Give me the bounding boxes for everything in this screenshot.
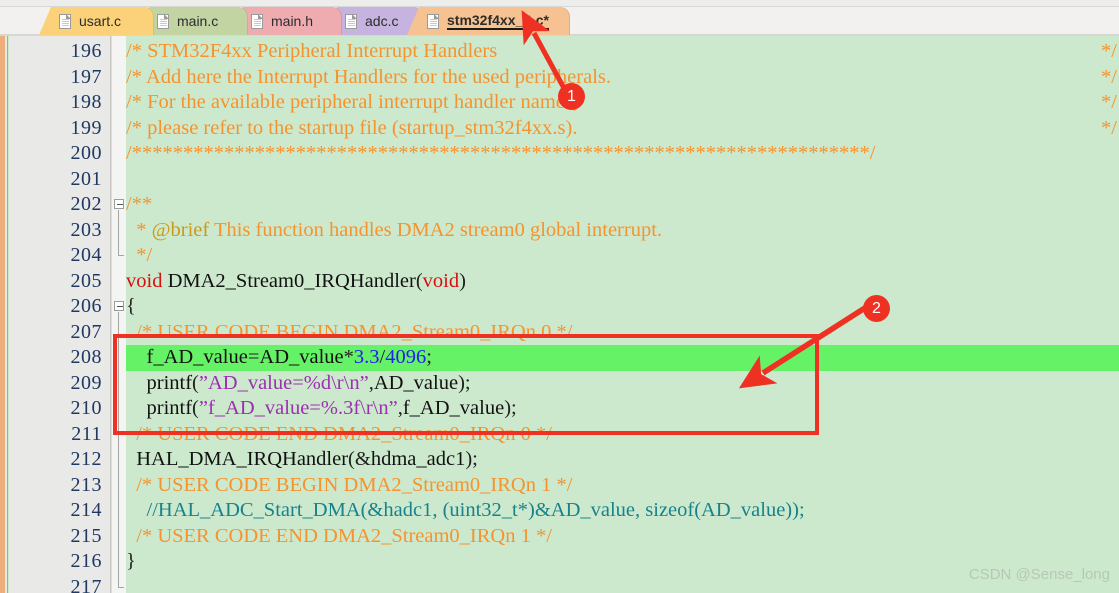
code-line[interactable]: { bbox=[126, 294, 1119, 320]
editor-window: usart.c main.c main.h adc.c stm32f4xx_it.c* … bbox=[0, 0, 1119, 593]
code-line[interactable]: /* Add here the Interrupt Handlers for t… bbox=[126, 65, 1119, 91]
annotation-marker-2: 2 bbox=[863, 295, 890, 322]
line-number: 215 bbox=[70, 524, 102, 547]
line-number: 212 bbox=[70, 448, 102, 470]
document-icon bbox=[251, 13, 263, 29]
tab-label: main.c bbox=[177, 13, 219, 29]
code-line[interactable]: /** bbox=[126, 192, 1119, 218]
annotation-marker-1: 1 bbox=[558, 83, 585, 110]
tab-label: usart.c bbox=[79, 13, 122, 29]
tab-stm32f4xx-it-c[interactable]: stm32f4xx_it.c* bbox=[407, 7, 570, 35]
code-line[interactable]: /* STM32F4xx Peripheral Interrupt Handle… bbox=[126, 39, 1119, 65]
tab-bar: usart.c main.c main.h adc.c stm32f4xx_it.c* bbox=[0, 0, 1119, 36]
line-number: 196 bbox=[70, 40, 102, 62]
document-icon bbox=[345, 13, 357, 29]
tab-label: stm32f4xx_it.c* bbox=[447, 12, 549, 30]
tab-main-h[interactable]: main.h bbox=[231, 7, 342, 35]
line-number: 207 bbox=[70, 320, 102, 343]
code-line[interactable]: /* USER CODE END DMA2_Stream0_IRQn 1 */ bbox=[126, 524, 1119, 550]
code-folding-column[interactable] bbox=[112, 36, 126, 593]
fold-guide-end bbox=[118, 255, 124, 256]
line-number: 199 bbox=[70, 116, 102, 139]
fold-toggle-icon[interactable] bbox=[114, 301, 124, 311]
tab-usart-c[interactable]: usart.c bbox=[39, 7, 154, 35]
code-line[interactable] bbox=[126, 167, 1119, 193]
code-line[interactable]: HAL_DMA_IRQHandler(&hdma_adc1); bbox=[126, 447, 1119, 473]
line-number: 200 bbox=[70, 142, 102, 164]
line-number: 198 bbox=[70, 91, 102, 113]
code-line[interactable]: //HAL_ADC_Start_DMA(&hadc1, (uint32_t*)&… bbox=[126, 498, 1119, 524]
code-line[interactable]: * @brief This function handles DMA2 stre… bbox=[126, 218, 1119, 244]
line-number: 209 bbox=[70, 371, 102, 394]
line-number: 213 bbox=[70, 473, 102, 496]
line-number: 201 bbox=[70, 167, 102, 190]
code-line[interactable]: /***************************************… bbox=[126, 141, 1119, 167]
editor-left-border bbox=[5, 36, 8, 593]
code-editor[interactable]: 196 197 198 199 200 201 202 203 204 205 206 207 208 2… bbox=[0, 36, 1119, 593]
document-icon bbox=[427, 13, 439, 29]
line-number: 214 bbox=[70, 499, 102, 521]
document-icon bbox=[59, 13, 71, 29]
line-number: 202 bbox=[70, 193, 102, 215]
tab-main-c[interactable]: main.c bbox=[137, 7, 248, 35]
line-number: 206 bbox=[70, 295, 102, 317]
line-number: 203 bbox=[70, 218, 102, 241]
fold-guide-line bbox=[118, 210, 119, 255]
code-line[interactable]: /* USER CODE BEGIN DMA2_Stream0_IRQn 1 *… bbox=[126, 473, 1119, 499]
watermark: CSDN @Sense_long bbox=[968, 566, 1110, 583]
fold-guide-end bbox=[118, 586, 124, 588]
annotation-rectangle bbox=[113, 334, 819, 435]
code-line[interactable]: /* For the available peripheral interrup… bbox=[126, 90, 1119, 116]
line-number: 217 bbox=[70, 575, 102, 593]
line-number-gutter: 196 197 198 199 200 201 202 203 204 205 206 207 208 2… bbox=[9, 36, 111, 593]
line-number: 211 bbox=[71, 422, 102, 445]
line-number: 197 bbox=[70, 65, 102, 88]
document-icon bbox=[157, 13, 169, 29]
fold-toggle-icon[interactable] bbox=[114, 199, 124, 209]
tab-slant bbox=[407, 7, 419, 35]
line-number: 208 bbox=[70, 346, 102, 368]
line-number: 204 bbox=[70, 244, 102, 266]
tab-label: main.h bbox=[271, 13, 314, 29]
line-number: 210 bbox=[70, 397, 102, 419]
line-number: 205 bbox=[70, 269, 102, 292]
code-line[interactable]: /* please refer to the startup file (sta… bbox=[126, 116, 1119, 142]
code-text-area[interactable]: /* STM32F4xx Peripheral Interrupt Handle… bbox=[126, 36, 1119, 593]
code-line[interactable]: */ bbox=[126, 243, 1119, 269]
tab-slant bbox=[39, 7, 51, 35]
code-line[interactable]: void DMA2_Stream0_IRQHandler(void) bbox=[126, 269, 1119, 295]
tab-label: adc.c bbox=[365, 13, 399, 29]
line-number: 216 bbox=[70, 550, 102, 572]
